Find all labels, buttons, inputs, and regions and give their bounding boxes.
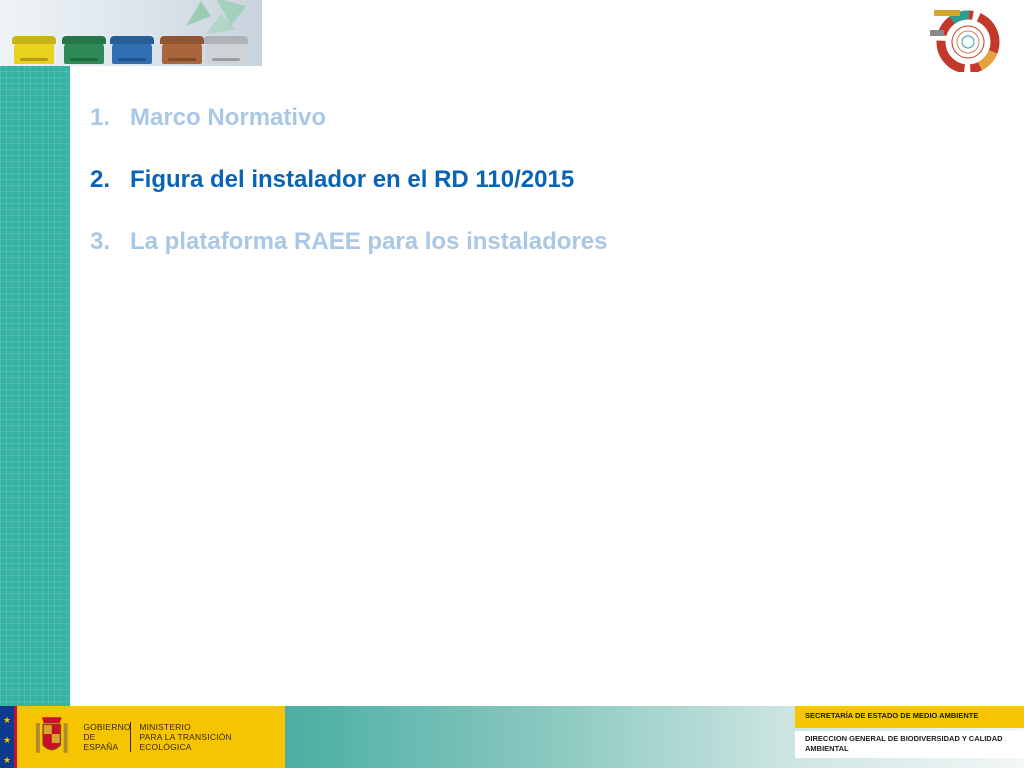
secretaria-label: SECRETARÍA DE ESTADO DE MEDIO AMBIENTE bbox=[795, 706, 1024, 728]
outline-item-text: Marco Normativo bbox=[130, 104, 327, 131]
grey-bin bbox=[206, 42, 246, 64]
direccion-label: DIRECCION GENERAL DE BIODIVERSIDAD Y CAL… bbox=[795, 731, 1024, 758]
ministerio-text: MINISTERIO PARA LA TRANSICIÓN ECOLÓGICA bbox=[139, 722, 232, 752]
outline-item-3: 3. La plataforma RAEE para los instalado… bbox=[90, 228, 730, 290]
outline-item-1: 1. Marco Normativo bbox=[90, 104, 730, 166]
recycling-bins-image bbox=[0, 0, 262, 66]
eu-spain-flag: ★ ★ ★ bbox=[0, 706, 22, 768]
circular-economy-logo bbox=[930, 10, 1000, 72]
left-decorative-band bbox=[0, 66, 70, 708]
government-logo-panel: ★ ★ ★ GOBIERNO DE ESPAÑA MINISTERIO PARA L… bbox=[0, 706, 285, 768]
brown-bin bbox=[162, 42, 202, 64]
blue-bin bbox=[112, 42, 152, 64]
yellow-bin bbox=[14, 42, 54, 64]
outline-item-2: 2. Figura del instalador en el RD 110/20… bbox=[90, 166, 730, 228]
green-bin bbox=[64, 42, 104, 64]
outline-item-text: Figura del instalador en el RD 110/2015 bbox=[130, 166, 575, 193]
recycle-symbol-icon bbox=[186, 0, 246, 34]
outline-item-number: 3. bbox=[90, 228, 111, 255]
outline-item-number: 1. bbox=[90, 104, 111, 131]
gobierno-de-espana-text: GOBIERNO DE ESPAÑA bbox=[83, 722, 132, 752]
eu-stars-icon: ★ ★ ★ bbox=[0, 706, 14, 768]
outline-item-number: 2. bbox=[90, 166, 111, 193]
coat-of-arms-icon bbox=[35, 717, 68, 753]
outline-item-text: La plataforma RAEE para los instaladores bbox=[130, 228, 608, 255]
agenda-outline: 1. Marco Normativo 2. Figura del instala… bbox=[90, 104, 730, 290]
